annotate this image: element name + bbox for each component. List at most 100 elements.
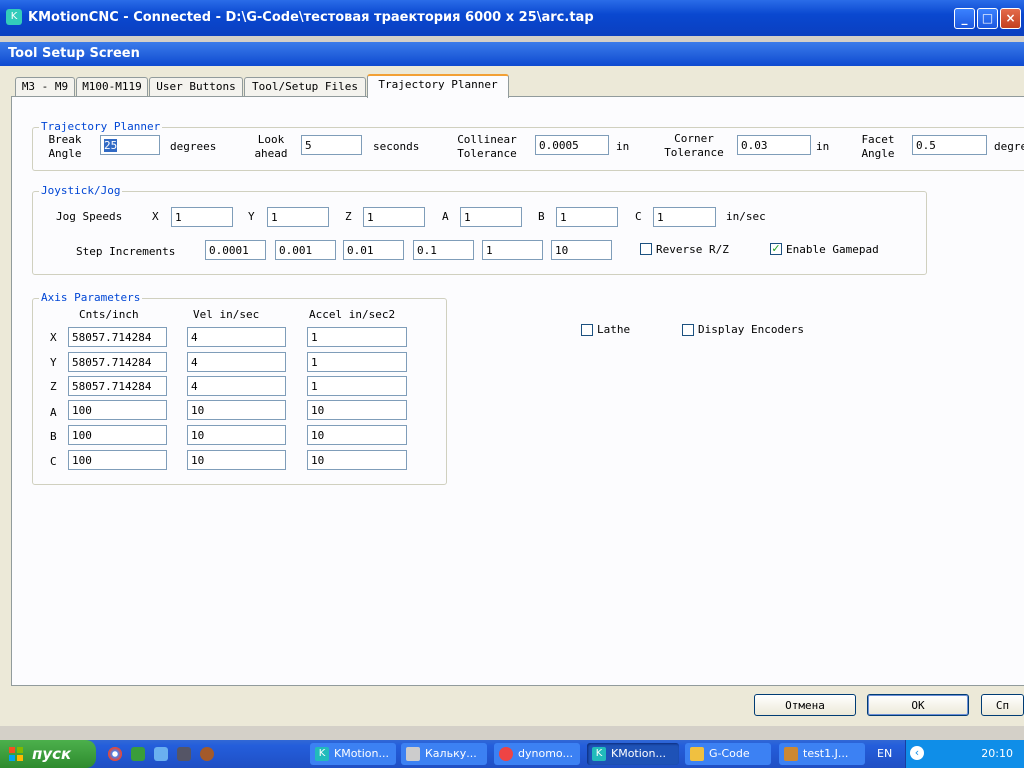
network-icon[interactable]	[177, 747, 191, 761]
look-ahead-label: Look ahead	[254, 133, 288, 160]
jog-axis-c-label: C	[635, 210, 642, 223]
kmotion-app-icon: K	[6, 9, 22, 25]
vel-input[interactable]: 4	[187, 376, 286, 396]
lathe-checkbox[interactable]	[581, 324, 593, 336]
break-angle-label: Break Angle	[48, 133, 82, 160]
task-g-code[interactable]: G-Code	[685, 743, 771, 765]
joystick-jog-group: Joystick/Jog	[32, 184, 927, 275]
tray-expand-icon[interactable]: ‹	[910, 746, 924, 760]
corner-tolerance-unit: in	[816, 140, 830, 153]
tab-m100-m119[interactable]: M100-M119	[76, 77, 148, 97]
reverse-rz-label: Reverse R/Z	[656, 243, 729, 256]
tab-m3-m9[interactable]: M3 - M9	[15, 77, 75, 97]
axis-label: B	[50, 430, 57, 443]
step-increments-label: Step Increments	[76, 245, 176, 258]
close-button[interactable]: ×	[1000, 8, 1021, 29]
cnts-per-inch-input[interactable]: 58057.714284	[68, 376, 167, 396]
lathe-label: Lathe	[597, 323, 631, 336]
display-encoders-checkbox[interactable]	[682, 324, 694, 336]
cnts-per-inch-input[interactable]: 100	[68, 450, 167, 470]
display-encoders-label: Display Encoders	[698, 323, 804, 336]
cnts-per-inch-input[interactable]: 58057.714284	[68, 327, 167, 347]
accel-input[interactable]: 10	[307, 450, 407, 470]
task-calculator[interactable]: Кальку...	[401, 743, 487, 765]
jog-speed-y-input[interactable]: 1	[267, 207, 329, 227]
ok-button[interactable]: OK	[867, 694, 969, 716]
accel-input[interactable]: 1	[307, 376, 407, 396]
kmotion-icon: K	[592, 747, 606, 761]
accel-input[interactable]: 10	[307, 425, 407, 445]
vel-input[interactable]: 10	[187, 400, 286, 420]
cancel-button[interactable]: Отмена	[754, 694, 856, 716]
step-increment-2-input[interactable]: 0.001	[275, 240, 336, 260]
step-increment-3-input[interactable]: 0.01	[343, 240, 404, 260]
accel-input[interactable]: 1	[307, 352, 407, 372]
cnts-per-inch-input[interactable]: 100	[68, 425, 167, 445]
task-kmotion-2[interactable]: K KMotion...	[587, 743, 679, 765]
axis-label: A	[50, 406, 57, 419]
start-button[interactable]: пуск	[0, 740, 96, 768]
jog-axis-z-label: Z	[345, 210, 352, 223]
tab-trajectory-planner[interactable]: Trajectory Planner	[367, 74, 509, 98]
tab-user-buttons[interactable]: User Buttons	[149, 77, 243, 97]
axis-parameters-group-label: Axis Parameters	[39, 291, 143, 304]
enable-gamepad-checkbox[interactable]: ✓	[770, 243, 782, 255]
joystick-jog-group-label: Joystick/Jog	[39, 184, 123, 197]
task-dynomo[interactable]: dynomo...	[494, 743, 580, 765]
tab-tool-setup-files[interactable]: Tool/Setup Files	[244, 77, 366, 97]
step-increment-4-input[interactable]: 0.1	[413, 240, 474, 260]
jog-speed-z-input[interactable]: 1	[363, 207, 425, 227]
start-label: пуск	[32, 745, 72, 763]
accel-input[interactable]: 1	[307, 327, 407, 347]
cnts-per-inch-input[interactable]: 58057.714284	[68, 352, 167, 372]
jog-speed-b-input[interactable]: 1	[556, 207, 618, 227]
language-indicator[interactable]: EN	[877, 747, 892, 760]
facet-angle-input[interactable]: 0.5	[912, 135, 987, 155]
reverse-rz-checkbox[interactable]	[640, 243, 652, 255]
jog-axis-b-label: B	[538, 210, 545, 223]
jog-axis-y-label: Y	[248, 210, 255, 223]
system-tray: ‹ 20:10	[905, 740, 1024, 768]
taskbar: пуск K KMotion... Кальку... dynomo... K KM…	[0, 740, 1024, 768]
facet-angle-unit: degrees	[994, 140, 1024, 153]
cnts-per-inch-input[interactable]: 100	[68, 400, 167, 420]
tab-panel: Trajectory Planner Break Angle 25 degree…	[11, 96, 1024, 686]
corner-tolerance-input[interactable]: 0.03	[737, 135, 811, 155]
apply-button[interactable]: Сп	[981, 694, 1024, 716]
explorer-icon[interactable]	[154, 747, 168, 761]
windows-flag-icon	[9, 747, 23, 761]
look-ahead-unit: seconds	[373, 140, 420, 153]
step-increment-5-input[interactable]: 1	[482, 240, 543, 260]
vel-input[interactable]: 4	[187, 352, 286, 372]
collinear-tolerance-unit: in	[616, 140, 630, 153]
folder-icon	[690, 747, 704, 761]
step-increment-1-input[interactable]: 0.0001	[205, 240, 266, 260]
chrome-icon[interactable]	[108, 747, 122, 761]
app-title-bar: K KMotionCNC - Connected - D:\G-Code\тес…	[0, 0, 1024, 36]
accel-input[interactable]: 10	[307, 400, 407, 420]
maximize-button[interactable]: □	[977, 8, 998, 29]
check-mark-icon: ✓	[771, 242, 781, 255]
step-increment-6-input[interactable]: 10	[551, 240, 612, 260]
vel-input[interactable]: 10	[187, 450, 286, 470]
desktop-icon[interactable]	[131, 747, 145, 761]
vel-input[interactable]: 4	[187, 327, 286, 347]
facet-angle-label: Facet Angle	[861, 133, 895, 160]
corner-tolerance-label: Corner Tolerance	[664, 132, 724, 159]
task-test1[interactable]: test1.J...	[779, 743, 865, 765]
break-angle-input[interactable]: 25	[100, 135, 160, 155]
task-kmotion-1[interactable]: K KMotion...	[310, 743, 396, 765]
jog-speed-a-input[interactable]: 1	[460, 207, 522, 227]
app-quicklaunch-icon[interactable]	[200, 747, 214, 761]
trajectory-planner-group-label: Trajectory Planner	[39, 120, 163, 133]
jog-speed-x-input[interactable]: 1	[171, 207, 233, 227]
minimize-button[interactable]: _	[954, 8, 975, 29]
vel-input[interactable]: 10	[187, 425, 286, 445]
accel-header: Accel in/sec2	[309, 308, 396, 321]
jog-speed-unit: in/sec	[726, 210, 766, 223]
jog-speed-c-input[interactable]: 1	[653, 207, 716, 227]
look-ahead-input[interactable]: 5	[301, 135, 362, 155]
jog-speeds-label: Jog Speeds	[56, 210, 123, 223]
collinear-tolerance-input[interactable]: 0.0005	[535, 135, 609, 155]
jog-axis-x-label: X	[152, 210, 159, 223]
